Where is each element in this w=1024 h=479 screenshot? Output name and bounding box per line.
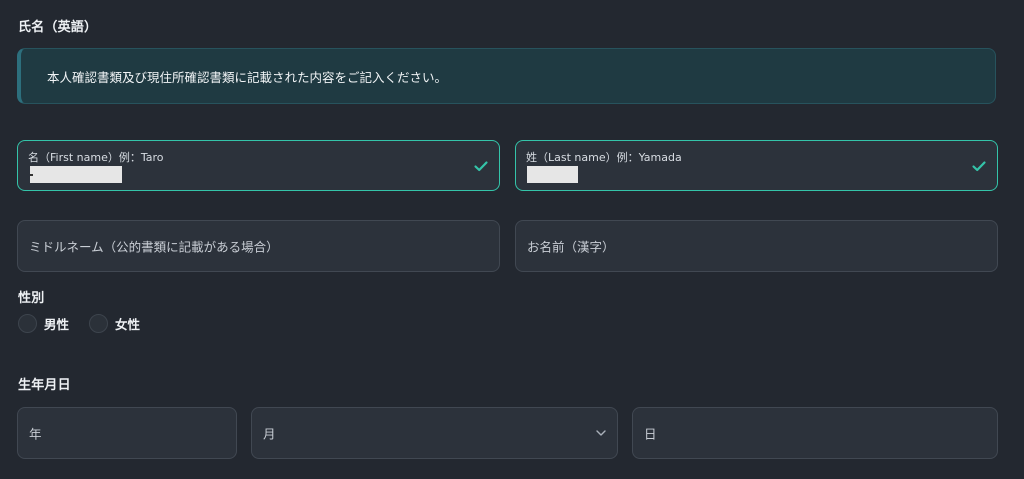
gender-option-male[interactable]: 男性: [18, 314, 69, 333]
notice-text: 本人確認書類及び現住所確認書類に記載された内容をご記入ください。: [47, 69, 448, 85]
middle-name-field[interactable]: ミドルネーム（公的書類に記載がある場合）: [17, 220, 500, 272]
birth-day-placeholder: 日: [644, 426, 657, 442]
first-name-field[interactable]: 名（First name）例：Taro: [17, 140, 500, 191]
notice-banner: 本人確認書類及び現住所確認書類に記載された内容をご記入ください。: [17, 48, 996, 104]
radio-button[interactable]: [18, 314, 37, 333]
birth-month-placeholder: 月: [263, 426, 276, 442]
registration-form: 氏名（英語） 本人確認書類及び現住所確認書類に記載された内容をご記入ください。 …: [0, 0, 1024, 479]
birth-month-select[interactable]: 月: [251, 407, 618, 459]
kanji-name-placeholder: お名前（漢字）: [527, 239, 615, 255]
kanji-name-field[interactable]: お名前（漢字）: [515, 220, 998, 272]
first-name-redacted-value: [30, 166, 122, 183]
gender-label-female: 女性: [115, 317, 141, 332]
birth-year-field[interactable]: 年: [17, 407, 237, 459]
check-icon: [474, 161, 488, 172]
gender-label-male: 男性: [44, 317, 70, 332]
middle-name-placeholder: ミドルネーム（公的書類に記載がある場合）: [29, 239, 279, 255]
gender-title: 性別: [18, 291, 45, 306]
birthdate-title: 生年月日: [18, 378, 71, 393]
gender-option-female[interactable]: 女性: [89, 314, 140, 333]
check-icon: [972, 161, 986, 172]
radio-button[interactable]: [89, 314, 109, 333]
birth-day-field[interactable]: 日: [632, 407, 998, 459]
first-name-label: 名（First name）例：Taro: [28, 151, 164, 164]
last-name-field[interactable]: 姓（Last name）例：Yamada: [515, 140, 998, 191]
birth-year-placeholder: 年: [29, 426, 42, 442]
name-section-title: 氏名（英語）: [18, 20, 98, 35]
last-name-label: 姓（Last name）例：Yamada: [526, 151, 682, 164]
chevron-down-icon: [596, 430, 606, 436]
gender-radio-group: 男性 女性: [18, 314, 160, 333]
last-name-redacted-value: [527, 166, 578, 183]
